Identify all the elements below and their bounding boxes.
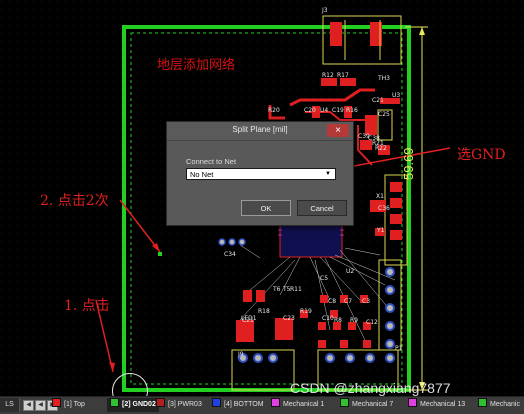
svg-text:R17: R17 [337,72,349,79]
cancel-button[interactable]: Cancel [297,200,347,216]
svg-text:R18: R18 [258,308,270,315]
svg-text:U4: U4 [320,107,328,114]
layer-swatch [52,398,61,407]
svg-text:U2: U2 [346,268,354,275]
svg-text:C3: C3 [362,298,370,305]
close-button[interactable]: × [327,124,349,137]
tab-mechanic-layer[interactable]: Mechanic [478,398,520,412]
annotation-step2: 2. 点击2次 [40,193,109,209]
layer-swatch [156,398,165,407]
label-j3: J3 [321,7,328,14]
dialog-titlebar[interactable]: Split Plane [mil] × [167,122,353,141]
svg-text:U3: U3 [392,92,400,99]
layer-tab-bar: LS ◀ ◀ ▶ [1] Top [2] GND02 [3] PWR03 [4]… [0,396,524,414]
tab-bottom-layer[interactable]: [4] BOTTOM [212,398,264,412]
svg-text:R11: R11 [290,286,302,293]
svg-text:R12: R12 [322,72,334,79]
annotation-select-gnd: 选GND [457,147,506,163]
svg-text:TH3: TH3 [377,75,390,82]
ls-button[interactable]: LS [0,398,20,412]
svg-text:C34: C34 [224,251,236,258]
board-title: 地层添加网络 [157,58,236,73]
tab-pwr03-layer[interactable]: [3] PWR03 [156,398,202,412]
svg-text:R22: R22 [375,145,387,152]
svg-text:C19: C19 [332,107,344,114]
svg-text:C21: C21 [372,97,384,104]
svg-text:C5: C5 [320,275,328,282]
prev-layer-icon[interactable]: ◀ [35,400,46,411]
dialog-body: Connect to Net No Net ▼ OK Cancel [167,141,353,225]
net-select-value: No Net [190,170,214,179]
svg-text:C25: C25 [378,111,390,118]
svg-text:C21: C21 [242,317,254,324]
svg-text:C39: C39 [358,133,370,140]
tab-mechanical1-layer[interactable]: Mechanical 1 [271,398,324,412]
svg-text:R16: R16 [346,107,358,114]
first-layer-icon[interactable]: ◀ [23,400,34,411]
svg-text:R9: R9 [350,317,358,324]
svg-text:C20: C20 [304,107,316,114]
layer-swatch [408,398,417,407]
board-dimension: 59.69 [401,147,416,180]
net-select[interactable]: No Net ▼ [186,168,336,180]
connect-to-net-label: Connect to Net [186,157,237,166]
tab-mechanical13-layer[interactable]: Mechanical 13 [408,398,465,412]
svg-text:R8: R8 [334,317,342,324]
svg-text:Y1: Y1 [376,227,385,234]
tab-gnd02-layer[interactable]: [2] GND02 [107,398,159,412]
svg-text:C7: C7 [344,298,352,305]
svg-text:C12: C12 [366,319,378,326]
layer-swatch [340,398,349,407]
svg-text:X1: X1 [376,193,384,200]
layer-swatch [478,398,487,407]
svg-text:C8: C8 [328,298,336,305]
tab-top-layer[interactable]: [1] Top [52,398,85,412]
svg-text:R19: R19 [300,308,312,315]
svg-text:T6: T6 [272,286,281,293]
annotation-step1: 1. 点击 [64,298,110,314]
layer-swatch [110,398,119,407]
svg-text:C10: C10 [322,315,334,322]
svg-text:C36: C36 [378,205,390,212]
split-plane-dialog: Split Plane [mil] × Connect to Net No Ne… [166,121,354,226]
layer-swatch [212,398,221,407]
tab-mechanical7-layer[interactable]: Mechanical 7 [340,398,393,412]
watermark: CSDN @zhangxiang7877 [290,380,451,396]
ok-button[interactable]: OK [241,200,291,216]
dialog-title: Split Plane [mil] [232,125,288,134]
chevron-down-icon[interactable]: ▼ [323,169,333,179]
svg-text:C23: C23 [283,315,295,322]
svg-text:R20: R20 [268,107,280,114]
svg-text:P1: P1 [395,345,403,352]
svg-text:J9: J9 [237,351,244,358]
layer-swatch [271,398,280,407]
